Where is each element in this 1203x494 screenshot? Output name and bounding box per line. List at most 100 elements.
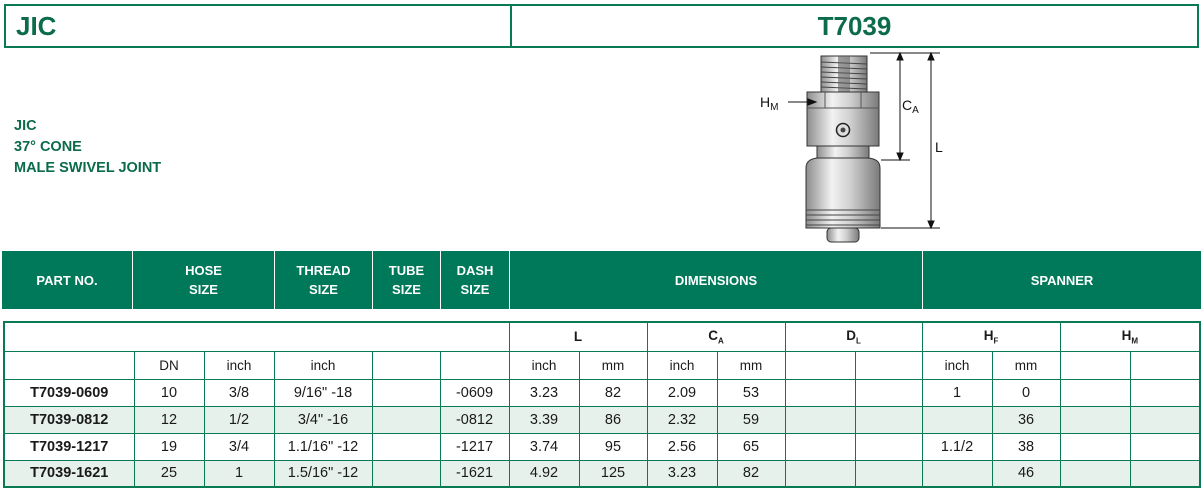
- cell-dn: 10: [133, 378, 205, 407]
- sub-hf: HF: [921, 321, 1061, 352]
- cell-hm-mm: [1129, 432, 1201, 461]
- unit-thread-inch: inch: [273, 350, 373, 380]
- col-thread-size: THREAD SIZE: [275, 251, 373, 309]
- cell-l-mm: 82: [578, 378, 648, 407]
- cell-hm-in: [1059, 459, 1131, 488]
- cell-dl-mm: [854, 405, 923, 434]
- cell-part: T7039-1621: [3, 459, 135, 488]
- table-row: T7039-1621 25 1 1.5/16" -12 -1621 4.92 125 3.23…: [3, 459, 1201, 488]
- table-row: T7039-0812 12 1/2 3/4" -16 -0812 3.39 86 2.32 59…: [3, 405, 1201, 434]
- parts-table: L CA DL HF HM DN inch inch inch mm inch …: [3, 321, 1202, 488]
- cell-inch: 3/8: [203, 378, 275, 407]
- sub-ca: CA: [646, 321, 786, 352]
- unit-l-mm: mm: [578, 350, 648, 380]
- cell-dash: -1621: [439, 459, 510, 488]
- units-row: DN inch inch inch mm inch mm inch mm: [3, 350, 1201, 380]
- cell-l-mm: 125: [578, 459, 648, 488]
- col-dimensions: DIMENSIONS: [510, 251, 923, 309]
- fitting-drawing: HM CA L: [760, 51, 943, 243]
- cell-ca-in: 2.32: [646, 405, 718, 434]
- cell-thread: 3/4" -16: [273, 405, 373, 434]
- col-part-no: PART NO.: [2, 251, 133, 309]
- desc-line-3: MALE SWIVEL JOINT: [14, 160, 162, 176]
- cell-hf-mm: 38: [991, 432, 1061, 461]
- cell-tube: [371, 432, 441, 461]
- unit-l-inch: inch: [508, 350, 580, 380]
- sub-dl: DL: [784, 321, 923, 352]
- part-family-title: T7039: [817, 10, 892, 41]
- cell-hm-in: [1059, 432, 1131, 461]
- cell-ca-mm: 53: [716, 378, 786, 407]
- title-right: T7039: [510, 4, 1199, 48]
- cell-ca-in: 3.23: [646, 459, 718, 488]
- cell-l-in: 3.23: [508, 378, 580, 407]
- cell-thread: 9/16" -18: [273, 378, 373, 407]
- cell-ca-mm: 65: [716, 432, 786, 461]
- cell-l-in: 4.92: [508, 459, 580, 488]
- cell-dl-in: [784, 378, 856, 407]
- cell-dl-in: [784, 405, 856, 434]
- table-row: T7039-0609 10 3/8 9/16" -18 -0609 3.23 82 2.09 5…: [3, 378, 1201, 407]
- subheader-row: L CA DL HF HM: [3, 321, 1201, 352]
- cell-thread: 1.5/16" -12: [273, 459, 373, 488]
- left-title-text: JIC: [16, 10, 57, 41]
- cell-dash: -0812: [439, 405, 510, 434]
- cell-part: T7039-0812: [3, 405, 135, 434]
- column-header-bar: PART NO. HOSE SIZE THREAD SIZE TUBE SIZE DA…: [2, 251, 1201, 309]
- cell-dn: 12: [133, 405, 205, 434]
- cell-dash: -1217: [439, 432, 510, 461]
- cell-hf-mm: 0: [991, 378, 1061, 407]
- table-body: T7039-0609 10 3/8 9/16" -18 -0609 3.23 82 2.09 5…: [3, 378, 1201, 488]
- cell-thread: 1.1/16" -12: [273, 432, 373, 461]
- unit-ca-mm: mm: [716, 350, 786, 380]
- cell-hm-mm: [1129, 378, 1201, 407]
- desc-line-1: JIC: [14, 118, 37, 134]
- cell-l-mm: 86: [578, 405, 648, 434]
- cell-hf-in: 1.1/2: [921, 432, 993, 461]
- col-dash-size: DASH SIZE: [441, 251, 510, 309]
- svg-text:CA: CA: [902, 97, 919, 116]
- unit-hose-inch: inch: [203, 350, 275, 380]
- sub-hm: HM: [1059, 321, 1201, 352]
- col-spanner: SPANNER: [1030, 272, 1094, 288]
- cell-l-in: 3.39: [508, 405, 580, 434]
- cell-ca-in: 2.09: [646, 378, 718, 407]
- cell-ca-mm: 59: [716, 405, 786, 434]
- cell-hm-mm: [1129, 459, 1201, 488]
- cell-part: T7039-0609: [3, 378, 135, 407]
- cell-dl-mm: [854, 432, 923, 461]
- cell-dn: 25: [133, 459, 205, 488]
- cell-part: T7039-1217: [3, 432, 135, 461]
- product-description: JIC 37° CONE MALE SWIVEL JOINT: [14, 116, 161, 179]
- cell-tube: [371, 405, 441, 434]
- cell-tube: [371, 459, 441, 488]
- unit-dn: DN: [133, 350, 205, 380]
- cell-ca-in: 2.56: [646, 432, 718, 461]
- cell-hf-in: [921, 459, 993, 488]
- desc-line-2: 37° CONE: [14, 139, 82, 155]
- cell-hm-in: [1059, 405, 1131, 434]
- cell-inch: 1/2: [203, 405, 275, 434]
- cell-ca-mm: 82: [716, 459, 786, 488]
- sub-l: L: [508, 321, 648, 352]
- cell-inch: 1: [203, 459, 275, 488]
- title-left: JIC: [4, 4, 512, 48]
- cell-dash: -0609: [439, 378, 510, 407]
- table-row: T7039-1217 19 3/4 1.1/16" -12 -1217 3.74 95 2.5…: [3, 432, 1201, 461]
- cell-l-mm: 95: [578, 432, 648, 461]
- col-hose-size: HOSE SIZE: [133, 251, 275, 309]
- unit-hf-inch: inch: [921, 350, 993, 380]
- cell-hf-mm: 46: [991, 459, 1061, 488]
- cell-hm-mm: [1129, 405, 1201, 434]
- hm-label: H: [760, 94, 770, 110]
- unit-hf-mm: mm: [991, 350, 1061, 380]
- subheader-blank: [3, 321, 510, 352]
- cell-inch: 3/4: [203, 432, 275, 461]
- l-label: L: [935, 139, 943, 155]
- unit-ca-inch: inch: [646, 350, 718, 380]
- cell-dl-mm: [854, 459, 923, 488]
- cell-dl-in: [784, 459, 856, 488]
- cell-hf-in: [921, 405, 993, 434]
- cell-dl-mm: [854, 378, 923, 407]
- svg-text:HM: HM: [760, 94, 778, 113]
